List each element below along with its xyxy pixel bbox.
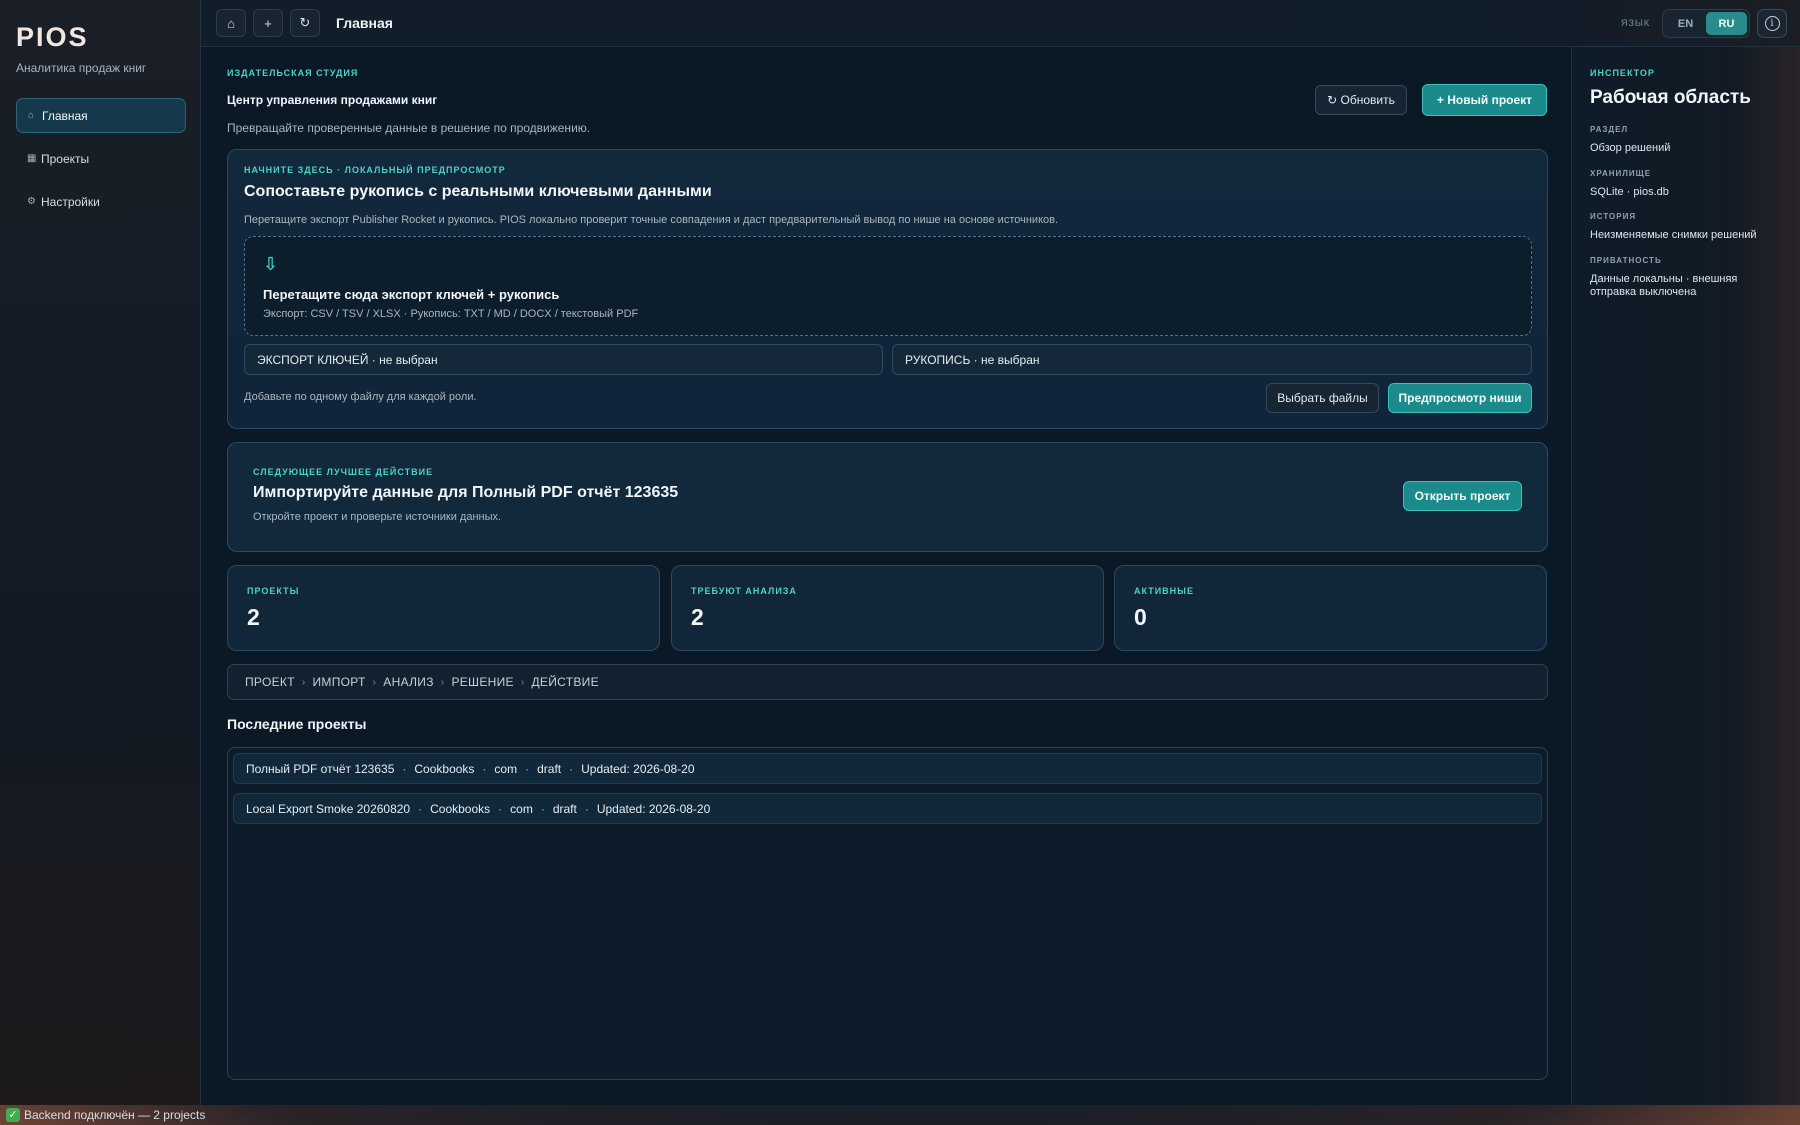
sidebar-item-label: Проекты (41, 151, 90, 166)
brand-subtitle: Аналитика продаж книг (16, 61, 147, 75)
language-label: ЯЗЫК (1621, 18, 1651, 28)
language-switcher: EN RU (1662, 9, 1750, 38)
inspector-eyebrow: ИНСПЕКТОР (1590, 68, 1655, 78)
upload-card: НАЧНИТЕ ЗДЕСЬ · ЛОКАЛЬНЫЙ ПРЕДПРОСМОТР С… (227, 149, 1548, 429)
choose-files-button[interactable]: Выбрать файлы (1266, 383, 1379, 413)
inspector-field-label: ХРАНИЛИЩЕ (1590, 169, 1652, 178)
stat-card-active: АКТИВНЫЕ 0 (1114, 565, 1547, 651)
list-item[interactable]: Полный PDF отчёт 123635 · Cookbooks · com ·… (233, 753, 1542, 784)
download-arrow-icon: ⇩ (263, 254, 279, 274)
check-icon: ✓ (6, 1108, 20, 1122)
project-name: Полный PDF отчёт 123635 (246, 761, 395, 776)
project-market: com (510, 801, 533, 816)
stat-card-projects: ПРОЕКТЫ 2 (227, 565, 660, 651)
sidebar-item-settings[interactable]: ⚙ Настройки (16, 184, 186, 219)
refresh-button[interactable]: ↻ Обновить (1315, 85, 1407, 115)
inspector-field-label: ПРИВАТНОСТЬ (1590, 256, 1662, 265)
project-category: Cookbooks (414, 761, 475, 776)
dropzone[interactable]: ⇩ Перетащите сюда экспорт ключей + рукоп… (244, 236, 1532, 336)
workflow-step: АНАЛИЗ (383, 675, 434, 689)
plus-icon: + (264, 15, 272, 31)
status-text: Backend подключён — 2 projects (24, 1108, 206, 1122)
stat-label: АКТИВНЫЕ (1134, 586, 1194, 596)
inspector-field-value: Данные локальны · внешняя отправка выклю… (1590, 273, 1738, 298)
project-status: draft (552, 801, 577, 816)
status-bar: ✓ Backend подключён — 2 projects (0, 1105, 1800, 1125)
stat-label: ПРОЕКТЫ (247, 586, 300, 596)
sidebar-item-projects[interactable]: ▦ Проекты (16, 141, 186, 176)
recent-projects-list: Полный PDF отчёт 123635 · Cookbooks · com ·… (227, 747, 1548, 1080)
inspector-title: Рабочая область (1590, 87, 1751, 108)
sidebar-item-label: Настройки (41, 194, 100, 209)
add-button[interactable]: + (253, 9, 283, 37)
home-button[interactable]: ⌂ (216, 9, 246, 37)
project-updated: Updated: 2026-08-20 (581, 761, 695, 776)
upload-description: Перетащите экспорт Publisher Rocket и ру… (244, 214, 1059, 226)
dropzone-title: Перетащите сюда экспорт ключей + рукопис… (263, 287, 560, 302)
brand-logo: PIOS (16, 22, 89, 52)
header-eyebrow: ИЗДАТЕЛЬСКАЯ СТУДИЯ (227, 68, 359, 78)
inspector-field-value: SQLite · pios.db (1590, 186, 1669, 198)
info-icon: i (1764, 16, 1780, 31)
lang-ru-button[interactable]: RU (1706, 12, 1747, 35)
inspector-field-label: РАЗДЕЛ (1590, 125, 1629, 134)
home-icon: ⌂ (28, 110, 35, 121)
recent-projects-title: Последние проекты (227, 716, 367, 732)
workflow-step: ПРОЕКТ (245, 675, 295, 689)
project-updated: Updated: 2026-08-20 (596, 801, 711, 816)
stat-value: 2 (691, 604, 704, 630)
new-project-button[interactable]: + Новый проект (1422, 84, 1547, 116)
project-category: Cookbooks (430, 801, 491, 816)
stat-value: 0 (1134, 604, 1147, 630)
header-subtitle: Превращайте проверенные данные в решение… (227, 121, 591, 135)
inspector-panel: ИНСПЕКТОР Рабочая область РАЗДЕЛ Обзор р… (1571, 47, 1800, 1105)
lang-en-button[interactable]: EN (1665, 12, 1706, 35)
project-status: draft (537, 761, 562, 776)
manuscript-file-field[interactable]: РУКОПИСЬ · не выбран (892, 344, 1532, 375)
page-title: Главная (336, 15, 393, 31)
inspector-field-label: ИСТОРИЯ (1590, 212, 1637, 221)
reload-button[interactable]: ↻ (290, 9, 320, 37)
inspector-field-value: Неизменяемые снимки решений (1590, 229, 1757, 241)
list-item[interactable]: Local Export Smoke 20260820 · Cookbooks · … (233, 793, 1542, 824)
chevron-right-icon: › (440, 676, 445, 688)
export-file-field[interactable]: ЭКСПОРТ КЛЮЧЕЙ · не выбран (244, 344, 883, 375)
inspector-field-value: Обзор решений (1590, 142, 1671, 154)
sidebar-item-home[interactable]: ⌂ Главная (16, 98, 186, 133)
next-action-title: Импортируйте данные для Полный PDF отчёт… (253, 484, 679, 501)
workflow-step: ДЕЙСТВИЕ (531, 675, 599, 689)
top-bar: ⌂ + ↻ Главная ЯЗЫК EN RU i (201, 0, 1800, 47)
settings-icon: ⚙ (27, 196, 36, 207)
chevron-right-icon: › (301, 676, 306, 688)
refresh-icon: ↻ (299, 15, 311, 30)
upload-title: Сопоставьте рукопись с реальными ключевы… (244, 183, 712, 200)
upload-eyebrow: НАЧНИТЕ ЗДЕСЬ · ЛОКАЛЬНЫЙ ПРЕДПРОСМОТР (244, 165, 506, 175)
stat-value: 2 (247, 604, 260, 630)
info-button[interactable]: i (1757, 9, 1787, 38)
dropzone-hint: Экспорт: CSV / TSV / XLSX · Рукопись: TX… (263, 308, 639, 320)
project-market: com (494, 761, 518, 776)
app-window: PIOS Аналитика продаж книг ⌂ Главная ▦ П… (0, 0, 1800, 1105)
next-action-card: СЛЕДУЮЩЕЕ ЛУЧШЕЕ ДЕЙСТВИЕ Импортируйте д… (227, 442, 1548, 552)
workflow-step: РЕШЕНИЕ (451, 675, 514, 689)
workflow-step: ИМПОРТ (312, 675, 366, 689)
sidebar-item-label: Главная (42, 108, 88, 123)
upload-helper-text: Добавьте по одному файлу для каждой роли… (244, 391, 477, 403)
chevron-right-icon: › (520, 676, 525, 688)
home-icon: ⌂ (227, 15, 235, 31)
next-action-description: Откройте проект и проверьте источники да… (253, 511, 502, 523)
open-project-button[interactable]: Открыть проект (1403, 481, 1522, 511)
project-name: Local Export Smoke 20260820 (246, 801, 411, 816)
sidebar: PIOS Аналитика продаж книг ⌂ Главная ▦ П… (0, 0, 201, 1105)
chevron-right-icon: › (372, 676, 377, 688)
stat-label: ТРЕБУЮТ АНАЛИЗА (691, 586, 797, 596)
main-content: ИЗДАТЕЛЬСКАЯ СТУДИЯ Центр управления про… (201, 47, 1571, 1105)
projects-icon: ▦ (27, 153, 37, 164)
stat-card-needs-analysis: ТРЕБУЮТ АНАЛИЗА 2 (671, 565, 1104, 651)
niche-preview-button[interactable]: Предпросмотр ниши (1388, 383, 1532, 413)
workflow-breadcrumb: ПРОЕКТ › ИМПОРТ › АНАЛИЗ › РЕШЕНИЕ › ДЕЙ… (227, 664, 1548, 700)
next-action-eyebrow: СЛЕДУЮЩЕЕ ЛУЧШЕЕ ДЕЙСТВИЕ (253, 467, 434, 477)
header-title: Центр управления продажами книг (227, 93, 438, 107)
